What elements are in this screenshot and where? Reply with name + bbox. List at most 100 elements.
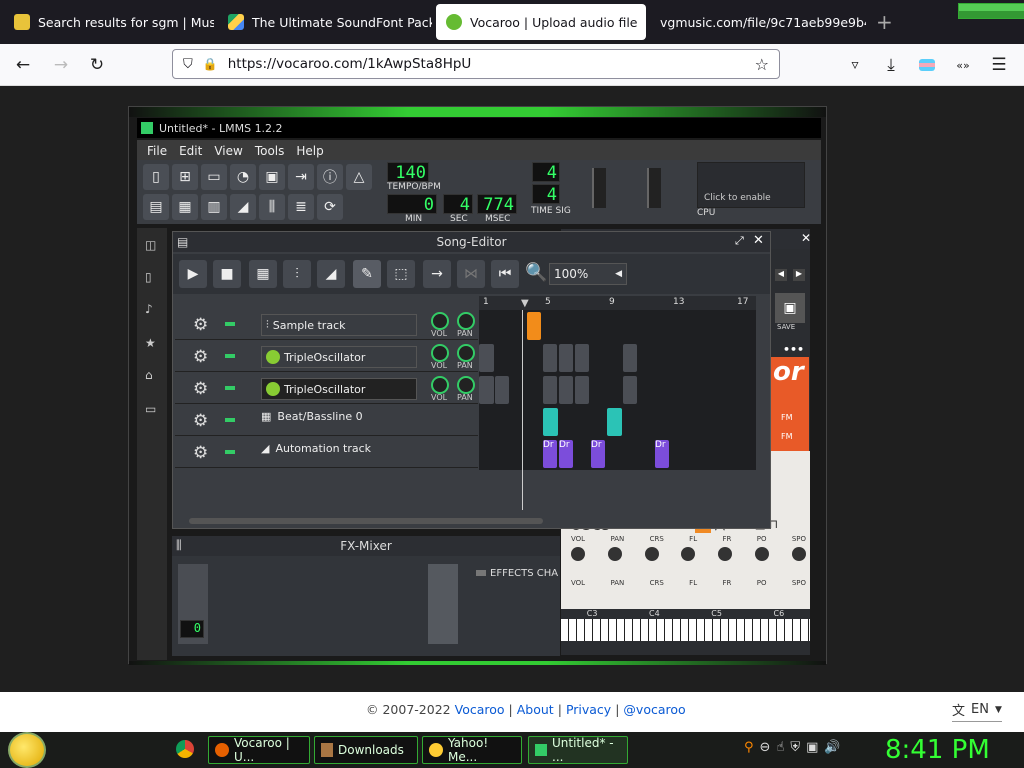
gear-icon[interactable]: ⚙ (193, 443, 208, 463)
arrangement-grid[interactable]: Dr Dr Dr Dr (479, 310, 756, 510)
my-projects-icon[interactable]: ▯ (145, 270, 159, 284)
pattern-clip[interactable] (559, 344, 573, 372)
security-icon[interactable]: ⛨ (790, 740, 800, 755)
volume-knob[interactable] (431, 344, 449, 362)
pattern-clip[interactable] (575, 376, 589, 404)
automation-clip[interactable]: Dr (543, 440, 557, 468)
url-bar[interactable]: ⛉ 🔒 https://vocaroo.com/1kAwpSta8HpU ☆ (172, 49, 780, 79)
url-text[interactable]: https://vocaroo.com/1kAwpSta8HpU (228, 56, 472, 72)
pattern-clip[interactable] (543, 376, 557, 404)
track-row[interactable]: ⚙ ▦ Beat/Bassline 0 (175, 406, 478, 436)
loop-points-icon[interactable]: ⋈ (457, 260, 485, 288)
my-presets-icon[interactable]: ★ (145, 336, 159, 350)
extension-icon[interactable] (914, 52, 940, 78)
track-name-button[interactable]: TripleOscillator (261, 378, 417, 400)
taskbar-item-lmms[interactable]: Untitled* - ... (528, 736, 628, 764)
automation-clip[interactable]: Dr (591, 440, 605, 468)
my-samples-icon[interactable]: ♪ (145, 302, 159, 316)
menu-help[interactable]: Help (296, 144, 323, 158)
knob[interactable] (681, 547, 696, 561)
save-preset-icon[interactable]: ▣ (775, 293, 805, 323)
menu-view[interactable]: View (214, 144, 242, 158)
taskbar-item-yahoo[interactable]: Yahoo! Me... (422, 736, 522, 764)
beat-clip[interactable] (607, 408, 622, 436)
start-button-icon[interactable] (8, 732, 46, 768)
root-directory-icon[interactable]: ▭ (145, 402, 159, 416)
new-tab-button[interactable]: + (876, 10, 893, 34)
lock-icon[interactable]: 🔒 (203, 57, 218, 71)
back-button[interactable]: ← (10, 52, 36, 78)
master-channel-strip[interactable]: 0 (178, 564, 208, 644)
stop-behaviour-icon[interactable]: ⏮ (491, 260, 519, 288)
gear-icon[interactable]: ⚙ (193, 347, 208, 367)
pattern-clip[interactable] (623, 376, 637, 404)
instrument-plugins-icon[interactable]: ◫ (145, 238, 159, 252)
automation-clip[interactable]: Dr (655, 440, 669, 468)
mute-toggle[interactable] (225, 418, 235, 422)
taskbar-item-downloads[interactable]: Downloads (314, 736, 418, 764)
pan-knob[interactable] (457, 312, 475, 330)
maximize-icon[interactable]: ⤢ (735, 234, 744, 248)
beat-clip[interactable] (543, 408, 558, 436)
mute-toggle[interactable] (225, 450, 235, 454)
menu-edit[interactable]: Edit (179, 144, 202, 158)
sample-clip[interactable] (527, 312, 541, 340)
tab-soundfont[interactable]: The Ultimate SoundFont Pack ✕ (218, 6, 432, 38)
fx-mixer-icon[interactable]: ⫼ (259, 194, 285, 220)
playhead-marker-icon[interactable]: ▼ (521, 298, 529, 309)
track-row[interactable]: ⚙ TripleOscillator VOL PAN (175, 374, 478, 404)
tempo-display[interactable]: 140 (387, 162, 429, 183)
gear-icon[interactable]: ⚙ (193, 315, 208, 335)
volume-icon[interactable]: 🔊 (824, 740, 840, 755)
save-project-icon[interactable]: ▣ (259, 164, 285, 190)
extension-ellipsis-icon[interactable]: «» (950, 52, 976, 78)
gear-icon[interactable]: ⚙ (193, 379, 208, 399)
controller-rack-icon[interactable]: ⟳ (317, 194, 343, 220)
add-sample-track-icon[interactable]: ⫶ (283, 260, 311, 288)
knob[interactable] (644, 547, 659, 561)
track-row[interactable]: ⚙ ◢ Automation track (175, 438, 478, 468)
about-link[interactable]: About (517, 702, 554, 717)
gear-icon[interactable]: ⚙ (193, 411, 208, 431)
stop-icon[interactable]: ■ (213, 260, 241, 288)
search-icon[interactable]: ⚲ (744, 740, 754, 755)
horizontal-scrollbar[interactable] (189, 518, 543, 524)
new-project-icon[interactable]: ▯ (143, 164, 169, 190)
network-icon[interactable]: ▣ (806, 740, 818, 755)
edit-mode-icon[interactable]: ⬚ (387, 260, 415, 288)
taskbar-clock[interactable]: 8:41 PM (885, 732, 990, 768)
knob[interactable] (791, 547, 806, 561)
piano-roll-icon[interactable]: ▥ (201, 194, 227, 220)
pattern-clip[interactable] (479, 376, 494, 404)
whats-this-icon[interactable]: ⓘ (317, 164, 343, 190)
pan-knob[interactable] (457, 344, 475, 362)
knob[interactable] (571, 547, 585, 561)
tab-vocaroo[interactable]: Vocaroo | Upload audio file ✕ (436, 4, 646, 40)
pan-knob[interactable] (457, 376, 475, 394)
timeline-ruler[interactable]: 1 5 9 13 17 ▼ (479, 296, 756, 310)
auto-scroll-icon[interactable]: → (423, 260, 451, 288)
zoom-select[interactable]: 100% ◀ (549, 263, 627, 285)
new-from-template-icon[interactable]: ⊞ (172, 164, 198, 190)
minus-icon[interactable]: ⊖ (760, 740, 771, 755)
shield-icon[interactable]: ⛉ (183, 57, 193, 72)
close-icon[interactable]: ✕ (646, 15, 647, 30)
metronome-icon[interactable]: △ (346, 164, 372, 190)
recent-projects-icon[interactable]: ◔ (230, 164, 256, 190)
volume-knob[interactable] (431, 312, 449, 330)
tab-vgmusic[interactable]: vgmusic.com/file/9c71aeb99e9b4 ✕ (650, 6, 866, 38)
track-name-button[interactable]: ⫶ Sample track (261, 314, 417, 336)
channel-fader[interactable] (428, 564, 458, 644)
menu-icon[interactable]: ☰ (986, 52, 1012, 78)
more-icon[interactable]: ••• (783, 343, 804, 356)
pocket-icon[interactable]: ▿ (842, 52, 868, 78)
mute-toggle[interactable] (225, 354, 235, 358)
menu-file[interactable]: File (147, 144, 167, 158)
track-row[interactable]: ⚙ ⫶ Sample track VOL PAN (175, 310, 478, 340)
song-editor-icon[interactable]: ▤ (143, 194, 169, 220)
pattern-clip[interactable] (479, 344, 494, 372)
mute-toggle[interactable] (225, 322, 235, 326)
pattern-clip[interactable] (575, 344, 589, 372)
cpu-graph[interactable]: Click to enable (697, 162, 805, 208)
pattern-clip[interactable] (623, 344, 637, 372)
